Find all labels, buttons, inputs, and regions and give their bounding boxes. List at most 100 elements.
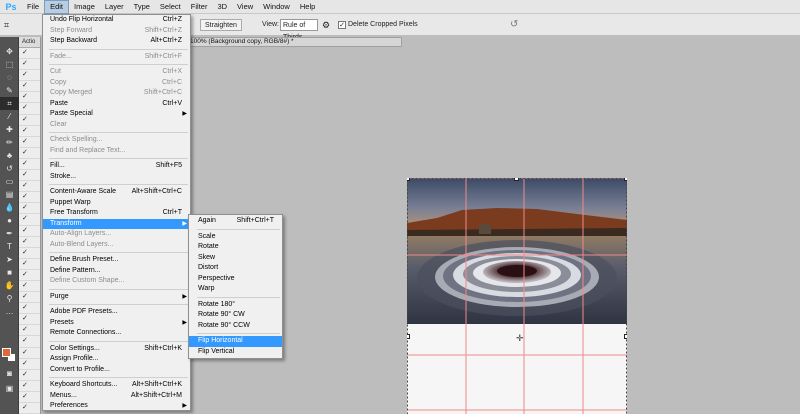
edit-menu-item-assign-profile[interactable]: Assign Profile... bbox=[43, 354, 190, 365]
marquee-tool-icon[interactable]: ⬚ bbox=[0, 58, 19, 71]
action-toggle-checkbox[interactable]: ✓ bbox=[19, 325, 40, 337]
edit-menu-item-cut[interactable]: Cut Ctrl+X bbox=[43, 67, 190, 78]
action-toggle-checkbox[interactable]: ✓ bbox=[19, 159, 40, 171]
reset-icon[interactable]: ↺ bbox=[510, 19, 518, 31]
action-toggle-checkbox[interactable]: ✓ bbox=[19, 103, 40, 115]
menu-type[interactable]: Type bbox=[129, 0, 155, 14]
edit-menu-item-adobe-pdf-presets[interactable]: Adobe PDF Presets... bbox=[43, 307, 190, 318]
healing-tool-icon[interactable]: ✚ bbox=[0, 123, 19, 136]
action-toggle-checkbox[interactable]: ✓ bbox=[19, 81, 40, 93]
edit-menu-item-convert-to-profile[interactable]: Convert to Profile... bbox=[43, 365, 190, 376]
action-toggle-checkbox[interactable]: ✓ bbox=[19, 192, 40, 204]
shape-tool-icon[interactable]: ■ bbox=[0, 266, 19, 279]
transform-menu-item-distort[interactable]: Distort bbox=[189, 263, 282, 274]
crop-handle-right[interactable] bbox=[624, 334, 627, 339]
hand-tool-icon[interactable]: ✋ bbox=[0, 279, 19, 292]
action-toggle-checkbox[interactable]: ✓ bbox=[19, 281, 40, 293]
dodge-tool-icon[interactable]: ● bbox=[0, 214, 19, 227]
action-toggle-checkbox[interactable]: ✓ bbox=[19, 148, 40, 159]
edit-menu-item-fade[interactable]: Fade... Shift+Ctrl+F bbox=[43, 52, 190, 63]
edit-menu-item-purge[interactable]: Purge ▶ bbox=[43, 292, 190, 303]
type-tool-icon[interactable]: T bbox=[0, 240, 19, 253]
action-toggle-checkbox[interactable]: ✓ bbox=[19, 48, 40, 60]
action-toggle-checkbox[interactable]: ✓ bbox=[19, 348, 40, 359]
action-toggle-checkbox[interactable]: ✓ bbox=[19, 359, 40, 370]
straighten-button[interactable]: Straighten bbox=[200, 19, 242, 31]
edit-menu-item-stroke[interactable]: Stroke... bbox=[43, 172, 190, 183]
menu-view[interactable]: View bbox=[232, 0, 258, 14]
screen-mode-icon[interactable]: ▣ bbox=[0, 382, 19, 395]
edit-menu-item-menus[interactable]: Menus... Alt+Shift+Ctrl+M bbox=[43, 391, 190, 402]
crop-tool-icon[interactable]: ⌗ bbox=[4, 19, 9, 31]
transform-menu-item-rotate-180[interactable]: Rotate 180° bbox=[189, 300, 282, 311]
edit-menu-item-check-spelling[interactable]: Check Spelling... bbox=[43, 135, 190, 146]
edit-menu-item-define-pattern[interactable]: Define Pattern... bbox=[43, 266, 190, 277]
eyedropper-tool-icon[interactable]: ⁄ bbox=[0, 110, 19, 123]
gradient-tool-icon[interactable]: ▤ bbox=[0, 188, 19, 201]
foreground-color-swatch[interactable] bbox=[2, 348, 11, 357]
color-swatches[interactable] bbox=[2, 348, 16, 362]
menu-help[interactable]: Help bbox=[295, 0, 320, 14]
action-toggle-checkbox[interactable]: ✓ bbox=[19, 248, 40, 259]
edit-menu-item-undo-flip-horizontal[interactable]: Undo Flip Horizontal Ctrl+Z bbox=[43, 15, 190, 26]
action-toggle-checkbox[interactable]: ✓ bbox=[19, 170, 40, 182]
pen-tool-icon[interactable]: ✒ bbox=[0, 227, 19, 240]
menu-select[interactable]: Select bbox=[155, 0, 186, 14]
gear-icon[interactable]: ⚙ bbox=[322, 19, 330, 31]
action-toggle-checkbox[interactable]: ✓ bbox=[19, 137, 40, 148]
action-toggle-checkbox[interactable]: ✓ bbox=[19, 59, 40, 71]
edit-menu-item-color-settings[interactable]: Color Settings... Shift+Ctrl+K bbox=[43, 344, 190, 355]
menu-window[interactable]: Window bbox=[258, 0, 295, 14]
edit-menu-item-puppet-warp[interactable]: Puppet Warp bbox=[43, 198, 190, 209]
crop-handle-top[interactable] bbox=[514, 178, 519, 181]
transform-menu-item-flip-horizontal[interactable]: Flip Horizontal bbox=[189, 336, 282, 347]
edit-menu-item-step-backward[interactable]: Step Backward Alt+Ctrl+Z bbox=[43, 36, 190, 47]
ellipsis-icon[interactable]: … bbox=[0, 305, 19, 318]
crop-tool-icon[interactable]: ⌗ bbox=[0, 97, 19, 110]
image-canvas[interactable]: ✛ bbox=[407, 178, 627, 414]
action-toggle-checkbox[interactable]: ✓ bbox=[19, 237, 40, 248]
history-brush-tool-icon[interactable]: ↺ bbox=[0, 162, 19, 175]
brush-tool-icon[interactable]: ✏ bbox=[0, 136, 19, 149]
edit-menu-item-auto-align-layers[interactable]: Auto-Align Layers... bbox=[43, 229, 190, 240]
transform-menu-item-rotate-90-ccw[interactable]: Rotate 90° CCW bbox=[189, 321, 282, 332]
edit-menu-item-find-and-replace-text[interactable]: Find and Replace Text... bbox=[43, 146, 190, 157]
edit-menu-item-paste[interactable]: Paste Ctrl+V bbox=[43, 99, 190, 110]
menu-file[interactable]: File bbox=[22, 0, 44, 14]
action-toggle-checkbox[interactable]: ✓ bbox=[19, 292, 40, 304]
zoom-tool-icon[interactable]: ⚲ bbox=[0, 292, 19, 305]
edit-menu-item-define-brush-preset[interactable]: Define Brush Preset... bbox=[43, 255, 190, 266]
crop-handle-top-left[interactable] bbox=[407, 178, 410, 181]
transform-menu-item-perspective[interactable]: Perspective bbox=[189, 274, 282, 285]
menu-3d[interactable]: 3D bbox=[212, 0, 232, 14]
transform-menu-item-scale[interactable]: Scale bbox=[189, 232, 282, 243]
crop-handle-left[interactable] bbox=[407, 334, 410, 339]
edit-menu-item-remote-connections[interactable]: Remote Connections... bbox=[43, 328, 190, 339]
action-toggle-checkbox[interactable]: ✓ bbox=[19, 115, 40, 126]
action-toggle-checkbox[interactable]: ✓ bbox=[19, 370, 40, 381]
menu-edit[interactable]: Edit bbox=[44, 0, 70, 14]
action-toggle-checkbox[interactable]: ✓ bbox=[19, 314, 40, 326]
action-toggle-checkbox[interactable]: ✓ bbox=[19, 203, 40, 215]
action-toggle-checkbox[interactable]: ✓ bbox=[19, 381, 40, 392]
transform-menu-item-again[interactable]: Again Shift+Ctrl+T bbox=[189, 216, 282, 227]
clone-stamp-tool-icon[interactable]: ♣ bbox=[0, 149, 19, 162]
blur-tool-icon[interactable]: 💧 bbox=[0, 201, 19, 214]
transform-menu-item-skew[interactable]: Skew bbox=[189, 253, 282, 264]
action-toggle-checkbox[interactable]: ✓ bbox=[19, 92, 40, 104]
action-toggle-checkbox[interactable]: ✓ bbox=[19, 226, 40, 237]
path-select-tool-icon[interactable]: ➤ bbox=[0, 253, 19, 266]
lasso-tool-icon[interactable]: ◌ bbox=[0, 71, 19, 84]
action-toggle-checkbox[interactable]: ✓ bbox=[19, 403, 40, 414]
action-toggle-checkbox[interactable]: ✓ bbox=[19, 126, 40, 137]
edit-menu-item-copy-merged[interactable]: Copy Merged Shift+Ctrl+C bbox=[43, 88, 190, 99]
quick-select-tool-icon[interactable]: ✎ bbox=[0, 84, 19, 97]
move-tool-icon[interactable]: ✥ bbox=[0, 45, 19, 58]
transform-menu-item-warp[interactable]: Warp bbox=[189, 284, 282, 295]
menu-image[interactable]: Image bbox=[69, 0, 100, 14]
edit-menu-item-content-aware-scale[interactable]: Content-Aware Scale Alt+Shift+Ctrl+C bbox=[43, 187, 190, 198]
edit-menu-item-define-custom-shape[interactable]: Define Custom Shape... bbox=[43, 276, 190, 287]
transform-menu-item-flip-vertical[interactable]: Flip Vertical bbox=[189, 347, 282, 358]
edit-menu-item-clear[interactable]: Clear bbox=[43, 120, 190, 131]
transform-menu-item-rotate-90-cw[interactable]: Rotate 90° CW bbox=[189, 310, 282, 321]
